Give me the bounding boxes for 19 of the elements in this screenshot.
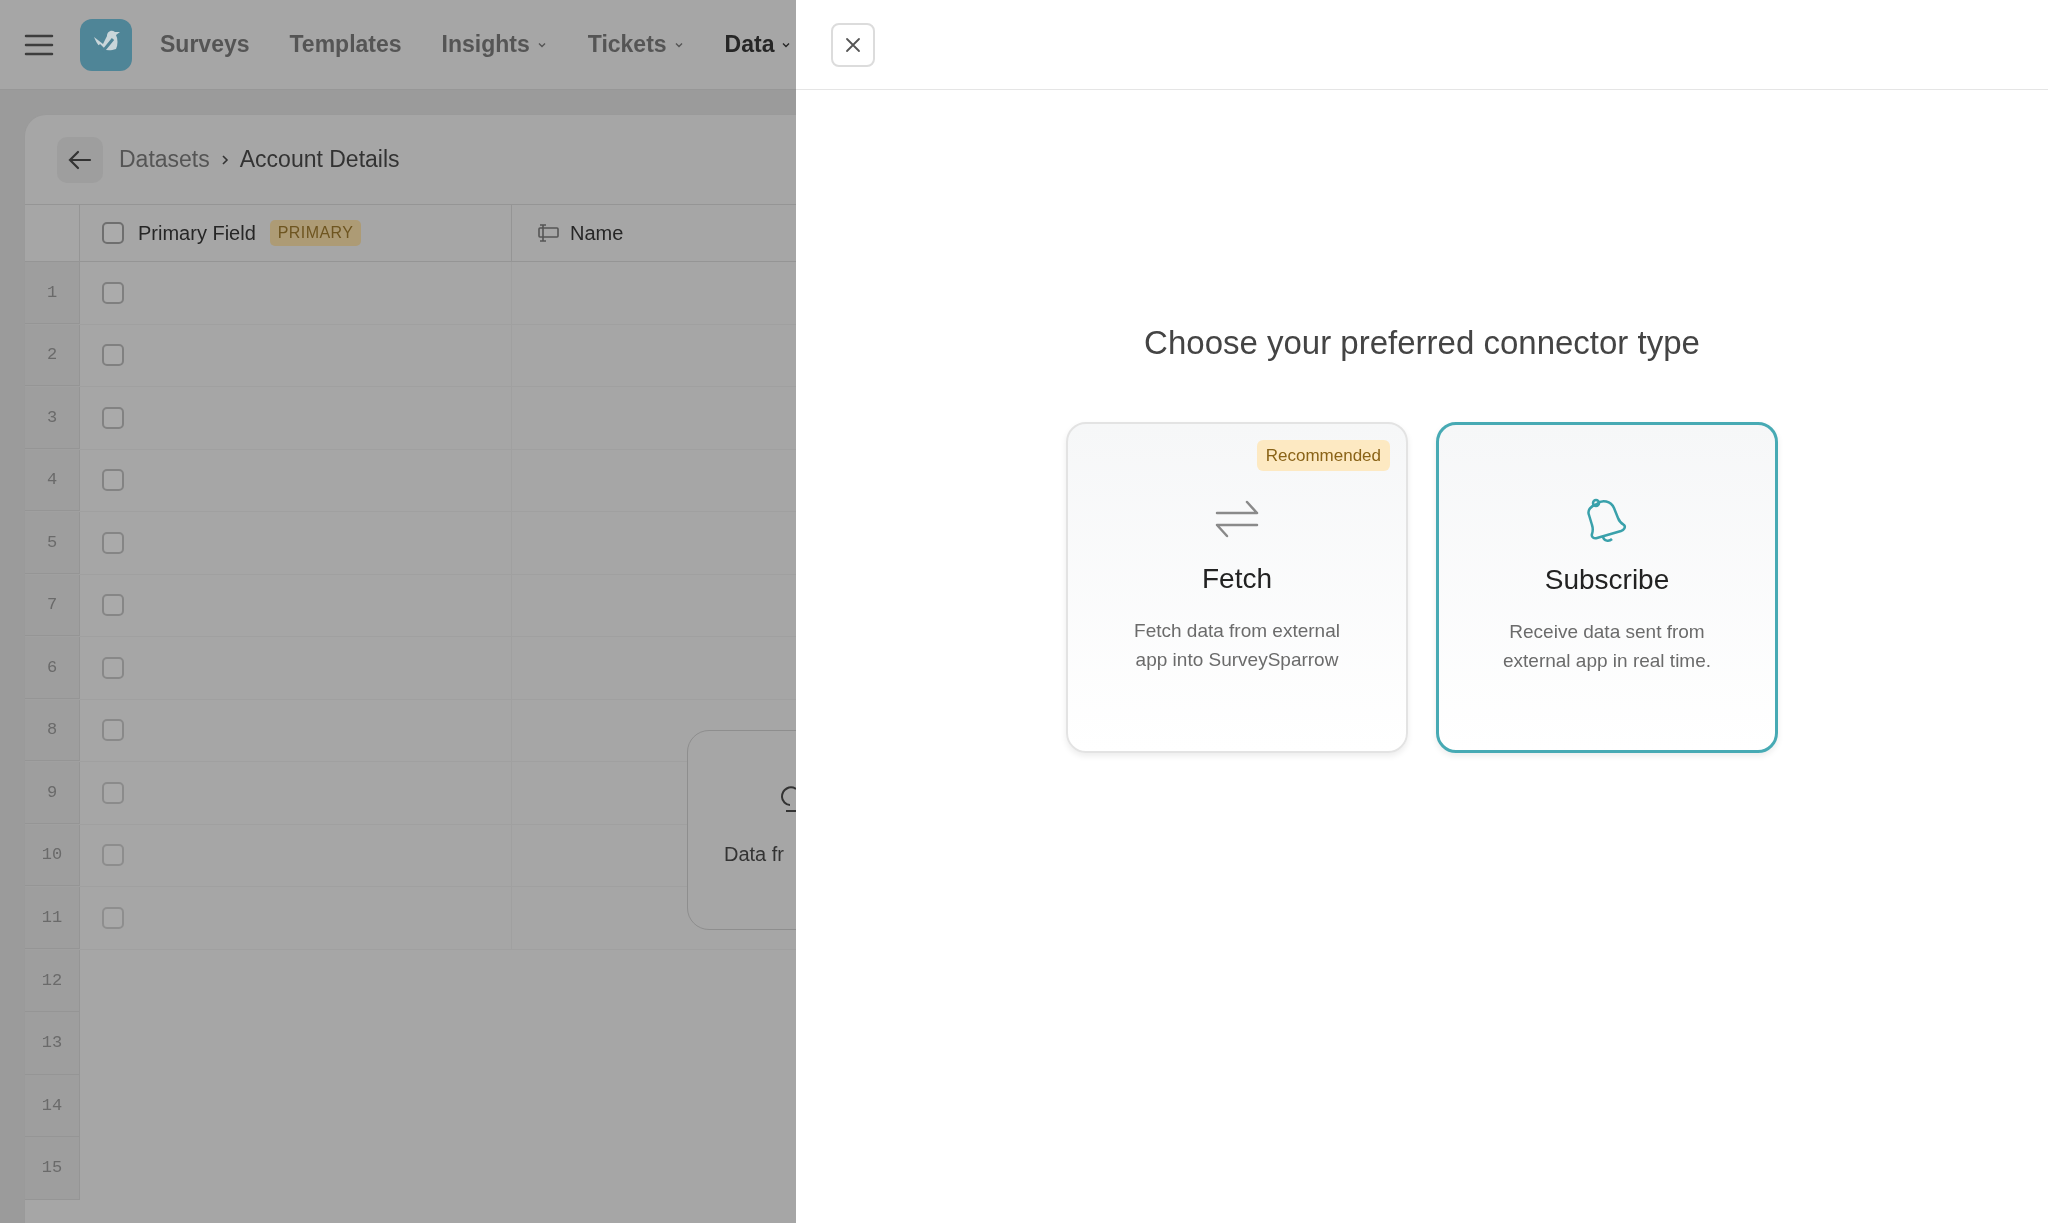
option-description: Fetch data from external app into SurveySparrow xyxy=(1133,618,1341,672)
connector-option-card[interactable]: Subscribe Receive data sent from external app in real time. xyxy=(1436,421,1778,753)
option-title: Fetch xyxy=(1202,561,1272,596)
breadcrumb-link[interactable]: Datasets xyxy=(119,142,210,177)
nav-item[interactable]: Tickets xyxy=(587,27,685,62)
option-title: Subscribe xyxy=(1544,562,1670,597)
column-header: Primary Field xyxy=(138,221,256,246)
dialog-title: Choose your preferred connector type xyxy=(1144,323,1700,363)
primary-badge: PRIMARY xyxy=(269,220,362,246)
card-text: Data fr xyxy=(724,842,785,867)
connector-option-card[interactable]: Recommended Fetch Fetch data from external app into SurveySparrow xyxy=(1066,421,1408,753)
breadcrumb-current: Account Details xyxy=(239,145,400,175)
recommended-badge: Recommended xyxy=(1256,439,1390,471)
nav-item[interactable]: Templates xyxy=(289,27,402,62)
nav-item[interactable]: Insights xyxy=(441,27,548,62)
column-header: Name xyxy=(570,221,624,246)
nav-item[interactable]: Surveys xyxy=(160,27,250,62)
option-description: Receive data sent from external app in real time. xyxy=(1501,619,1713,673)
nav-item[interactable]: Data xyxy=(724,27,793,62)
